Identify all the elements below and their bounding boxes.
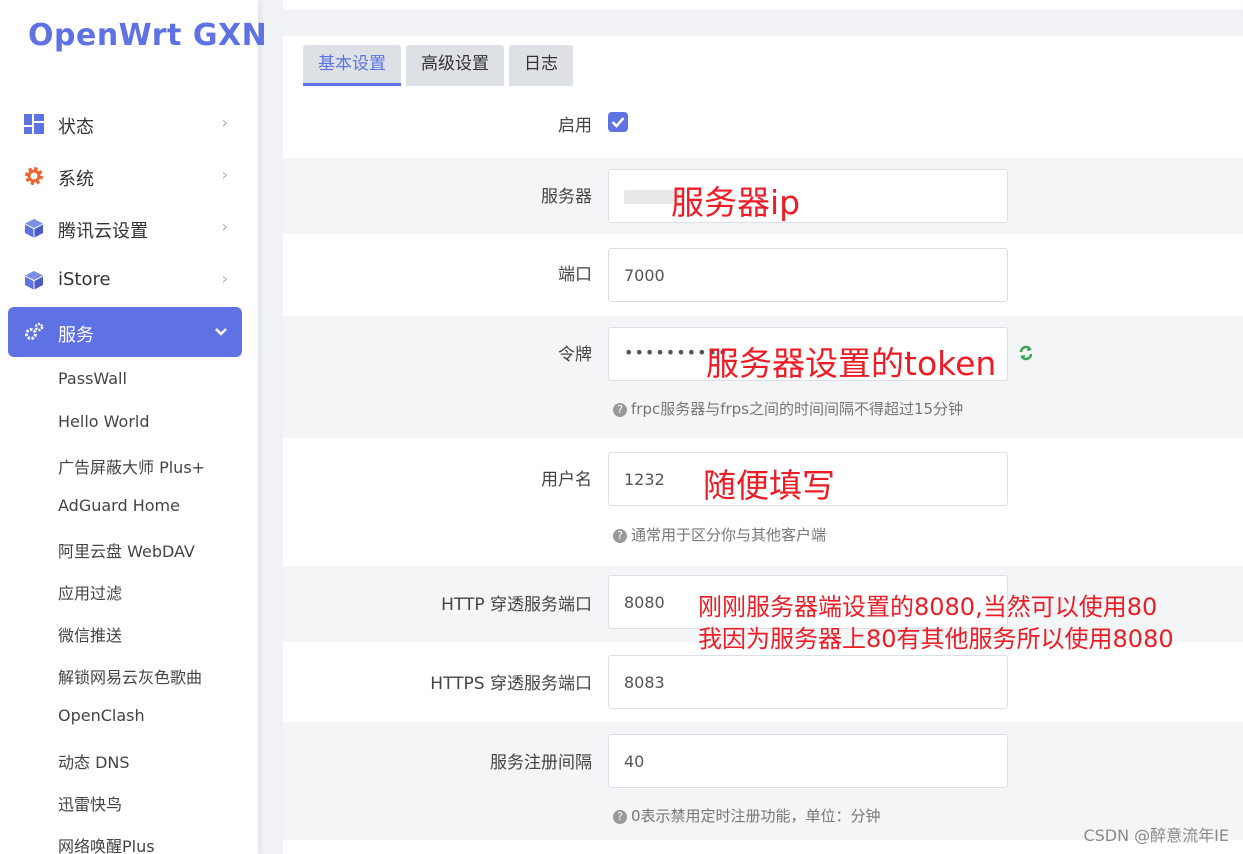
sidebar-item-istore[interactable]: iStore › <box>8 255 242 305</box>
help-icon: ? <box>613 810 627 824</box>
username-hint-text: 通常用于区分你与其他客户端 <box>631 526 827 544</box>
annotation-token: 服务器设置的token <box>706 344 997 383</box>
submenu-item-passwall[interactable]: PassWall <box>58 369 127 388</box>
sidebar-item-status[interactable]: 状态 › <box>8 99 242 149</box>
tab-log[interactable]: 日志 <box>509 45 573 86</box>
enable-checkbox[interactable] <box>608 112 628 132</box>
brand-logo[interactable]: OpenWrt GXN <box>28 18 267 53</box>
submenu-item-openclash[interactable]: OpenClash <box>58 706 145 725</box>
submenu-item-aliyun-webdav[interactable]: 阿里云盘 WebDAV <box>58 538 195 562</box>
register-interval-label: 服务注册间隔 <box>490 753 592 773</box>
username-value: 1232 <box>624 470 665 489</box>
token-label: 令牌 <box>558 345 592 365</box>
sidebar-item-label: 服务 <box>58 325 94 346</box>
gear-icon <box>24 166 44 186</box>
cube-icon <box>24 218 44 238</box>
dashboard-icon <box>24 114 44 134</box>
refresh-icon[interactable] <box>1018 345 1034 365</box>
sidebar-item-label: 状态 <box>58 117 94 138</box>
sidebar-item-label: 腾讯云设置 <box>58 221 148 242</box>
sidebar-item-tencent-cloud[interactable]: 腾讯云设置 › <box>8 203 242 253</box>
username-hint: ? 通常用于区分你与其他客户端 <box>613 524 826 545</box>
chevron-right-icon: › <box>221 217 228 236</box>
submenu-item-hello-world[interactable]: Hello World <box>58 412 150 431</box>
register-interval-input[interactable]: 40 <box>608 734 1008 788</box>
port-row: 端口 7000 <box>283 234 1243 316</box>
help-icon: ? <box>613 529 627 543</box>
sidebar-item-services[interactable]: 服务 <box>8 307 242 357</box>
chevron-right-icon: › <box>221 165 228 184</box>
help-icon: ? <box>613 403 627 417</box>
submenu-item-ddns[interactable]: 动态 DNS <box>58 749 130 773</box>
tab-bar: 基本设置 高级设置 日志 <box>303 45 578 86</box>
sidebar-item-label: 系统 <box>58 169 94 190</box>
sidebar-item-system[interactable]: 系统 › <box>8 151 242 201</box>
submenu-item-xunlei[interactable]: 迅雷快鸟 <box>58 791 122 815</box>
register-interval-hint-text: 0表示禁用定时注册功能，单位：分钟 <box>631 807 881 825</box>
submenu-item-adguard-home[interactable]: AdGuard Home <box>58 496 180 515</box>
submenu-item-wol-plus[interactable]: 网络唤醒Plus <box>58 833 155 854</box>
register-interval-hint: ? 0表示禁用定时注册功能，单位：分钟 <box>613 805 881 826</box>
tab-advanced-settings[interactable]: 高级设置 <box>406 45 504 86</box>
http-port-label: HTTP 穿透服务端口 <box>441 595 592 615</box>
username-label: 用户名 <box>541 470 592 490</box>
submenu-item-adblock-plus[interactable]: 广告屏蔽大师 Plus+ <box>58 454 205 478</box>
tab-basic-settings[interactable]: 基本设置 <box>303 45 401 86</box>
annotation-http-line1: 刚刚服务器端设置的8080,当然可以使用80 <box>698 593 1158 621</box>
top-bar <box>283 0 1243 10</box>
https-port-label: HTTPS 穿透服务端口 <box>430 674 592 694</box>
sidebar: OpenWrt GXN 状态 › 系统 › 腾讯云设置 › iStore › 服… <box>0 0 267 854</box>
server-input[interactable] <box>608 169 1008 223</box>
sidebar-item-label: iStore <box>58 269 111 290</box>
cube-icon <box>24 270 44 290</box>
settings-panel: 基本设置 高级设置 日志 启用 服务器 端口 7000 令牌 •••••••••… <box>283 36 1243 854</box>
token-hint: ? frpc服务器与frps之间的时间间隔不得超过15分钟 <box>613 398 963 419</box>
submenu-item-wechat-push[interactable]: 微信推送 <box>58 622 122 646</box>
https-port-input[interactable]: 8083 <box>608 655 1008 709</box>
port-value: 7000 <box>624 266 665 285</box>
submenu-item-unblock-netease[interactable]: 解锁网易云灰色歌曲 <box>58 664 202 688</box>
watermark: CSDN @醉意流年IE <box>1083 826 1229 845</box>
token-hint-text: frpc服务器与frps之间的时间间隔不得超过15分钟 <box>631 400 964 418</box>
chevron-down-icon <box>214 321 228 343</box>
annotation-username: 随便填写 <box>703 466 835 505</box>
enable-label: 启用 <box>558 116 592 136</box>
chevron-right-icon: › <box>221 113 228 132</box>
annotation-server-ip: 服务器ip <box>671 183 801 222</box>
server-label: 服务器 <box>541 187 592 207</box>
https-port-row: HTTPS 穿透服务端口 8083 <box>283 642 1243 722</box>
submenu-item-app-filter[interactable]: 应用过滤 <box>58 580 122 604</box>
port-label: 端口 <box>558 265 592 285</box>
register-interval-value: 40 <box>624 752 645 771</box>
chevron-right-icon: › <box>221 269 228 288</box>
enable-row: 启用 <box>283 86 1243 158</box>
gears-icon <box>24 322 44 342</box>
annotation-http-line2: 我因为服务器上80有其他服务所以使用8080 <box>698 625 1174 653</box>
http-port-value: 8080 <box>624 593 665 612</box>
https-port-value: 8083 <box>624 673 665 692</box>
port-input[interactable]: 7000 <box>608 248 1008 302</box>
